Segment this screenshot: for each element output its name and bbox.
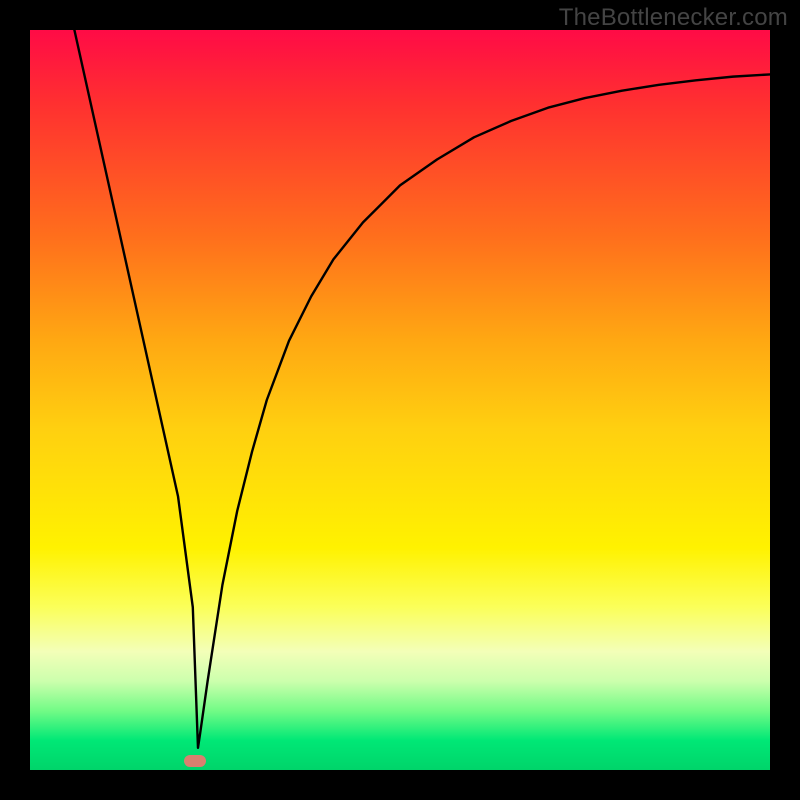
bottleneck-curve bbox=[74, 30, 770, 748]
optimum-marker bbox=[184, 755, 206, 767]
watermark-text: TheBottlenecker.com bbox=[559, 4, 788, 32]
curve-svg bbox=[30, 30, 770, 770]
chart-frame: TheBottlenecker.com bbox=[0, 0, 800, 800]
plot-area bbox=[30, 30, 770, 770]
